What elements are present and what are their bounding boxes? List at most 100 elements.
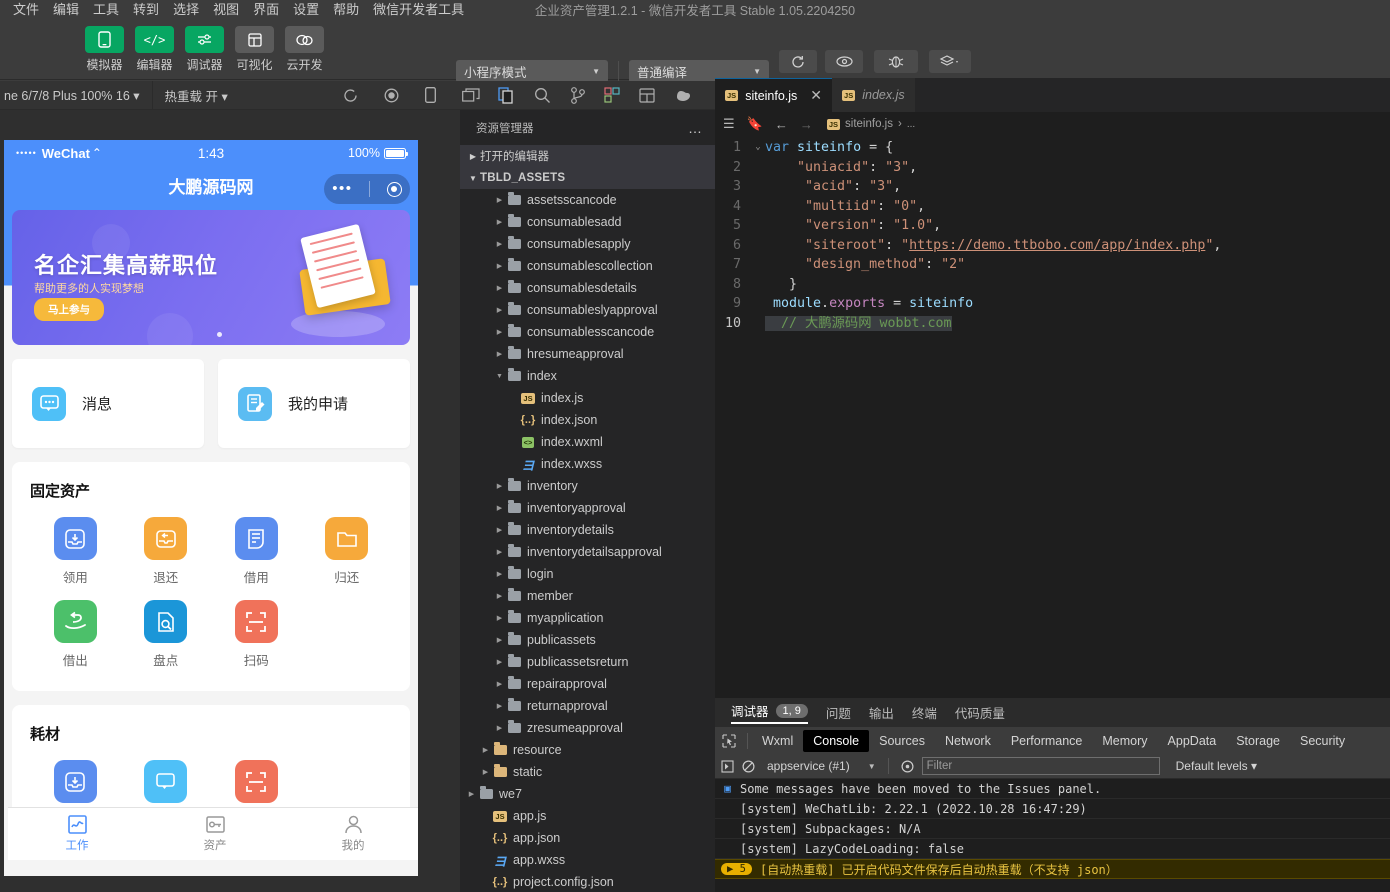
- extensions-icon[interactable]: [604, 87, 620, 103]
- editor-toggle-button[interactable]: </> 编辑器: [135, 26, 174, 73]
- code-line[interactable]: 8 }: [715, 275, 1390, 295]
- tree-folder-row[interactable]: ▶inventorydetailsapproval: [460, 541, 715, 563]
- refresh-icon[interactable]: [343, 88, 358, 103]
- fold-icon[interactable]: [751, 177, 765, 197]
- tree-folder-row[interactable]: ▶publicassetsreturn: [460, 651, 715, 673]
- cloud-toggle-button[interactable]: 云开发: [285, 26, 324, 73]
- tree-folder-row[interactable]: ▶consumableslyapproval: [460, 299, 715, 321]
- grid-item-consumable-apply[interactable]: [121, 760, 212, 803]
- tree-folder-row[interactable]: ▶repairapproval: [460, 673, 715, 695]
- close-circle-icon[interactable]: [387, 182, 402, 197]
- tree-folder-row[interactable]: ▶returnapproval: [460, 695, 715, 717]
- menu-item-7[interactable]: 设置: [286, 0, 326, 20]
- tree-file-row[interactable]: <>index.wxml: [460, 431, 715, 453]
- code-line[interactable]: 9 module.exports = siteinfo: [715, 294, 1390, 314]
- tree-folder-row[interactable]: ▶inventoryapproval: [460, 497, 715, 519]
- grid-item-consumable-scan[interactable]: [211, 760, 302, 803]
- explorer-icon[interactable]: [498, 87, 515, 104]
- tree-folder-row[interactable]: ▶publicassets: [460, 629, 715, 651]
- console-filter-input[interactable]: Filter: [922, 757, 1160, 775]
- inspect-element-icon[interactable]: [715, 734, 743, 748]
- back-arrow-icon[interactable]: ←: [775, 117, 788, 132]
- tree-file-row[interactable]: ヨapp.wxss: [460, 849, 715, 871]
- tree-folder-row[interactable]: ▶login: [460, 563, 715, 585]
- code-line[interactable]: 5 "version": "1.0",: [715, 216, 1390, 236]
- record-icon[interactable]: [384, 88, 399, 103]
- code-line[interactable]: 7 "design_method": "2": [715, 255, 1390, 275]
- hot-reload-select[interactable]: 热重载 开 ▾: [165, 86, 228, 105]
- simulator-toggle-button[interactable]: 模拟器: [85, 26, 124, 73]
- window-icon[interactable]: [462, 88, 480, 102]
- debugger-tab[interactable]: 问题: [826, 703, 851, 722]
- tree-folder-row[interactable]: ▶member: [460, 585, 715, 607]
- devtools-tab-network[interactable]: Network: [935, 730, 1001, 752]
- tree-folder-row[interactable]: ▶consumablesapply: [460, 233, 715, 255]
- mobile-icon[interactable]: [425, 87, 436, 103]
- quick-card-message[interactable]: 消息: [12, 359, 204, 448]
- fold-icon[interactable]: [751, 197, 765, 217]
- tree-file-row[interactable]: ヨindex.wxss: [460, 453, 715, 475]
- open-editors-section[interactable]: ▶ 打开的编辑器: [460, 145, 715, 167]
- project-root-section[interactable]: ▼ TBLD_ASSETS: [460, 167, 715, 189]
- devtools-tab-wxml[interactable]: Wxml: [752, 730, 803, 752]
- execute-icon[interactable]: [721, 760, 734, 773]
- code-line[interactable]: 6 "siteroot": "https://demo.ttbobo.com/a…: [715, 236, 1390, 256]
- explorer-more-icon[interactable]: …: [688, 120, 703, 136]
- device-select[interactable]: ne 6/7/8 Plus 100% 16 ▾: [0, 88, 140, 103]
- debugger-tab[interactable]: 终端: [912, 703, 937, 722]
- grid-item-stocktake[interactable]: 盘点: [121, 600, 212, 669]
- fold-icon[interactable]: [751, 216, 765, 236]
- banner-carousel-dot[interactable]: [217, 332, 222, 337]
- grid-item-lend[interactable]: 借出: [30, 600, 121, 669]
- menu-item-5[interactable]: 视图: [206, 0, 246, 20]
- debugger-tab[interactable]: 输出: [869, 703, 894, 722]
- close-icon[interactable]: ✕: [810, 87, 822, 104]
- tree-folder-row[interactable]: ▶myapplication: [460, 607, 715, 629]
- split-icon[interactable]: [639, 88, 655, 103]
- tree-folder-row[interactable]: ▶inventory: [460, 475, 715, 497]
- tree-file-row[interactable]: {..}app.json: [460, 827, 715, 849]
- tree-folder-row[interactable]: ▶consumablesscancode: [460, 321, 715, 343]
- menu-item-4[interactable]: 选择: [166, 0, 206, 20]
- menu-item-2[interactable]: 工具: [86, 0, 126, 20]
- menu-item-8[interactable]: 帮助: [326, 0, 366, 20]
- debugger-tab[interactable]: 调试器1, 9: [731, 701, 808, 724]
- menu-item-0[interactable]: 文件: [6, 0, 46, 20]
- code-line[interactable]: 10 // 大鹏源码网 wobbt.com: [715, 314, 1390, 334]
- debugger-tab[interactable]: 代码质量: [955, 703, 1005, 722]
- fold-icon[interactable]: [751, 294, 765, 314]
- tree-folder-row[interactable]: ▶inventorydetails: [460, 519, 715, 541]
- code-line[interactable]: 3 "acid": "3",: [715, 177, 1390, 197]
- tree-file-row[interactable]: JSapp.js: [460, 805, 715, 827]
- tab-assets[interactable]: 资产: [146, 808, 284, 860]
- visual-toggle-button[interactable]: 可视化: [235, 26, 274, 73]
- outline-icon[interactable]: ☰: [723, 116, 735, 132]
- console-context-select[interactable]: appservice (#1) ▼: [767, 759, 876, 773]
- editor-tab-siteinfo[interactable]: JS siteinfo.js ✕: [715, 78, 832, 112]
- grid-item-giveback[interactable]: 归还: [302, 517, 393, 586]
- promo-banner[interactable]: 名企汇集高薪职位 帮助更多的人实现梦想 马上参与: [12, 210, 410, 345]
- devtools-tab-security[interactable]: Security: [1290, 730, 1355, 752]
- tree-folder-row[interactable]: ▶hresumeapproval: [460, 343, 715, 365]
- devtools-tab-memory[interactable]: Memory: [1092, 730, 1157, 752]
- tree-folder-row[interactable]: ▶zresumeapproval: [460, 717, 715, 739]
- clear-console-icon[interactable]: [742, 760, 755, 773]
- menu-item-9[interactable]: 微信开发者工具: [366, 0, 471, 20]
- eye-filter-icon[interactable]: [901, 760, 914, 773]
- menu-item-3[interactable]: 转到: [126, 0, 166, 20]
- fold-icon[interactable]: [751, 314, 765, 334]
- grid-item-borrow[interactable]: 借用: [211, 517, 302, 586]
- quick-card-application[interactable]: 我的申请: [218, 359, 410, 448]
- code-line[interactable]: 4 "multiid": "0",: [715, 197, 1390, 217]
- grid-item-scan[interactable]: 扫码: [211, 600, 302, 669]
- tree-folder-row[interactable]: ▼index: [460, 365, 715, 387]
- devtools-tab-console[interactable]: Console: [803, 730, 869, 752]
- forward-arrow-icon[interactable]: →: [800, 117, 813, 132]
- tree-folder-row[interactable]: ▶consumablesdetails: [460, 277, 715, 299]
- tab-mine[interactable]: 我的: [284, 808, 418, 860]
- fold-icon[interactable]: [751, 236, 765, 256]
- hand-icon[interactable]: [674, 88, 691, 102]
- breadcrumb-path[interactable]: JS siteinfo.js › ...: [827, 118, 915, 130]
- console-levels-select[interactable]: Default levels ▾: [1176, 759, 1257, 773]
- tree-folder-row[interactable]: ▶static: [460, 761, 715, 783]
